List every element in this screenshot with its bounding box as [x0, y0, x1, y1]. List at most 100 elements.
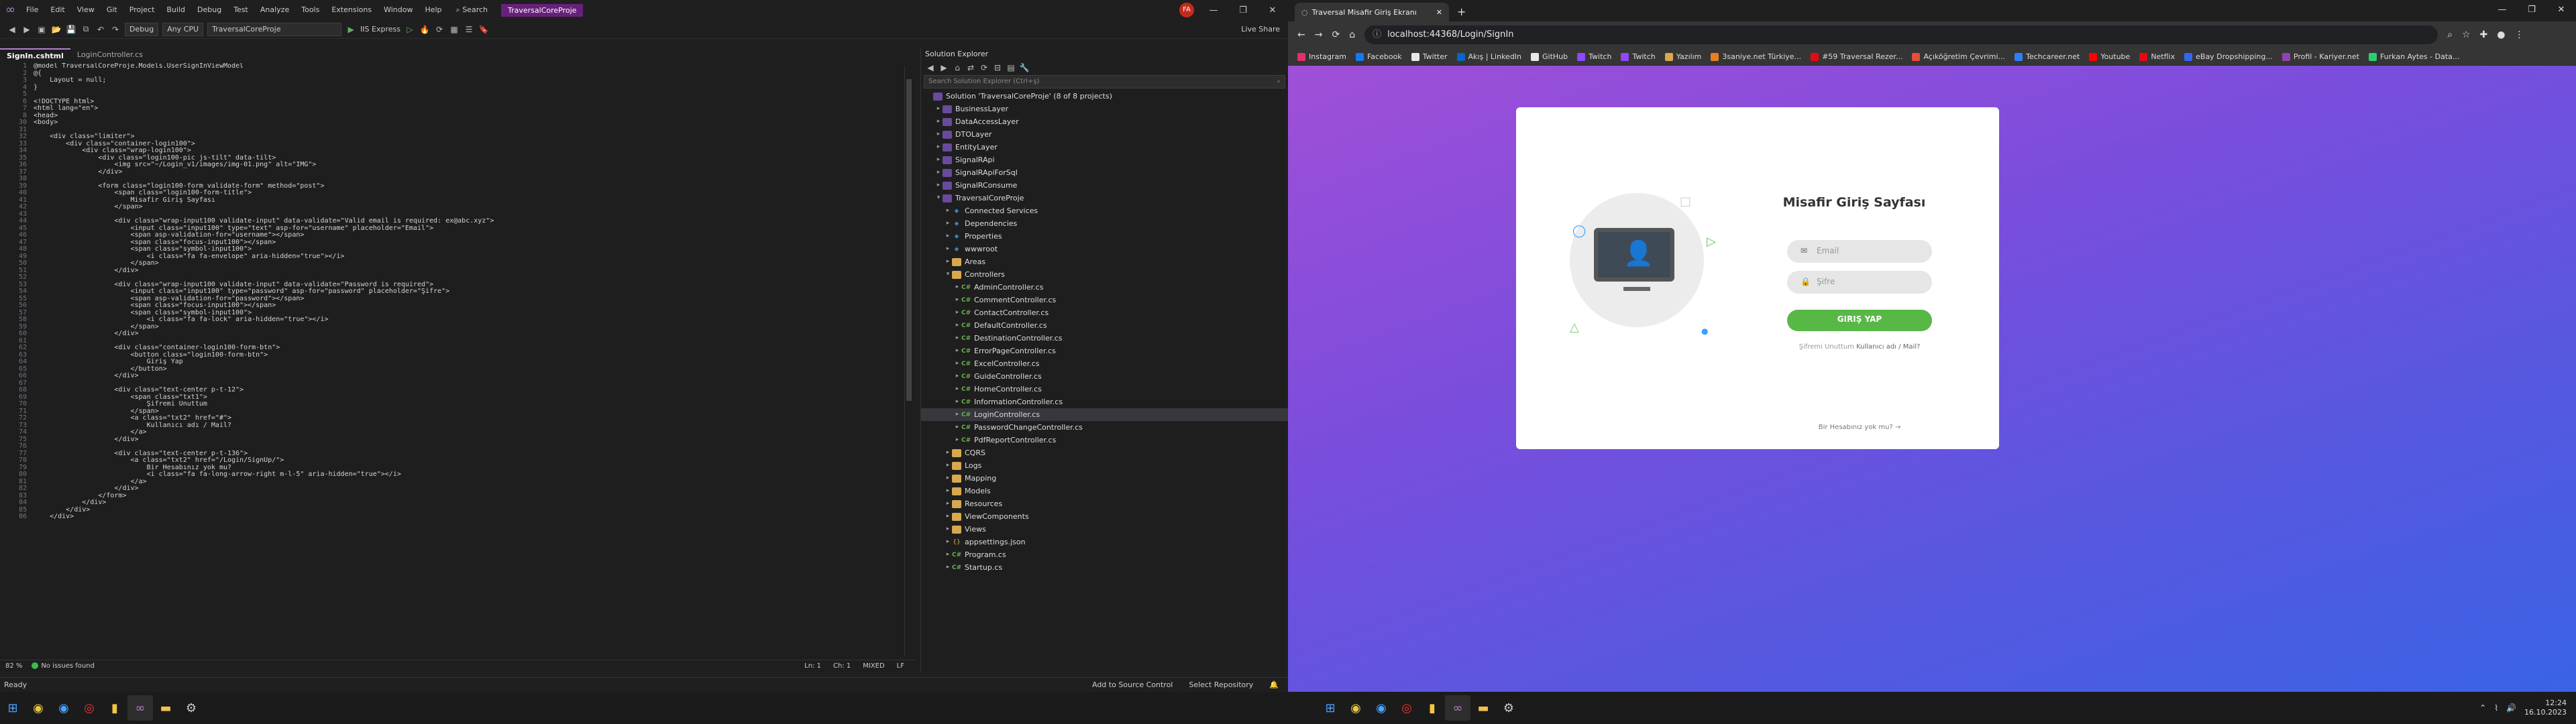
ssms-icon[interactable]: ⚙: [178, 695, 204, 721]
url-input[interactable]: ⓘ localhost:44368/Login/SignIn: [1364, 25, 2438, 44]
chevron-right-icon[interactable]: ▸: [953, 319, 961, 332]
tree-item[interactable]: ▸ C# InformationController.cs: [921, 396, 1288, 408]
chevron-right-icon[interactable]: ▸: [953, 357, 961, 370]
menu-tools[interactable]: Tools: [295, 0, 325, 20]
windows-start-icon[interactable]: ⊞: [1318, 695, 1343, 721]
windows-start-icon[interactable]: ⊞: [0, 695, 25, 721]
visual-studio-icon[interactable]: ∞: [1445, 695, 1470, 721]
close-tab-icon[interactable]: ✕: [1436, 8, 1442, 17]
bookmark-item[interactable]: Netflix: [2139, 52, 2175, 61]
minimize-icon[interactable]: —: [1203, 5, 1224, 15]
bookmark-item[interactable]: Furkan Aytes - Data...: [2368, 52, 2459, 61]
new-tab-icon[interactable]: +: [1449, 3, 1474, 21]
layout-icon[interactable]: ▦: [449, 25, 460, 34]
tree-item[interactable]: ▸ ◈ Dependencies: [921, 217, 1288, 230]
chevron-up-icon[interactable]: ⌃: [2479, 703, 2486, 713]
live-share-button[interactable]: Live Share: [1241, 25, 1280, 34]
tree-item[interactable]: ▸ EntityLayer: [921, 141, 1288, 154]
startup-project-select[interactable]: TraversalCoreProje: [207, 22, 342, 36]
visual-studio-icon[interactable]: ∞: [127, 695, 153, 721]
network-icon[interactable]: ⌇: [2494, 703, 2498, 713]
tree-item[interactable]: ▸ C# PasswordChangeController.cs: [921, 421, 1288, 434]
tree-item[interactable]: ▸ C# PdfReportController.cs: [921, 434, 1288, 446]
bookmark-item[interactable]: Twitch: [1577, 52, 1611, 61]
chevron-right-icon[interactable]: ▸: [953, 396, 961, 408]
tree-item[interactable]: ▸ ◈ Connected Services: [921, 204, 1288, 217]
new-project-icon[interactable]: ▣: [36, 25, 47, 34]
minimize-icon[interactable]: —: [2487, 0, 2517, 20]
add-to-source-control-button[interactable]: Add to Source Control: [1092, 680, 1173, 689]
bookmark-item[interactable]: eBay Dropshipping...: [2184, 52, 2273, 61]
tree-item[interactable]: ▸{} appsettings.json: [921, 536, 1288, 548]
chevron-right-icon[interactable]: ▸: [934, 115, 943, 128]
login-button[interactable]: GIRIŞ YAP: [1787, 310, 1932, 331]
tree-item[interactable]: ▸ Logs: [921, 459, 1288, 472]
bookmark-item[interactable]: #59 Traversal Rezer...: [1811, 52, 1902, 61]
home-icon[interactable]: ⌂: [952, 63, 963, 72]
bookmark-icon[interactable]: 🔖: [478, 25, 489, 34]
sticky-notes-icon[interactable]: ▮: [1419, 695, 1445, 721]
chevron-right-icon[interactable]: ▸: [934, 166, 943, 179]
tree-item[interactable]: ▸ C# HomeController.cs: [921, 383, 1288, 396]
forward-icon[interactable]: ▶: [21, 25, 32, 34]
file-explorer-icon[interactable]: ▬: [153, 695, 178, 721]
back-icon[interactable]: ←: [1297, 29, 1305, 40]
run-target-label[interactable]: IIS Express: [360, 25, 400, 34]
chevron-right-icon[interactable]: ▸: [953, 408, 961, 421]
save-all-icon[interactable]: ⧉: [80, 24, 91, 34]
menu-help[interactable]: Help: [419, 0, 447, 20]
chevron-down-icon[interactable]: ▾: [944, 268, 952, 281]
menu-edit[interactable]: Edit: [44, 0, 70, 20]
chevron-right-icon[interactable]: ▸: [953, 294, 961, 306]
tree-item[interactable]: ▸ SignalRConsume: [921, 179, 1288, 192]
opera-icon[interactable]: ◎: [76, 695, 102, 721]
tree-item[interactable]: Solution 'TraversalCoreProje' (8 of 8 pr…: [921, 90, 1288, 103]
comment-icon[interactable]: ☰: [464, 25, 474, 34]
select-repository-button[interactable]: Select Repository: [1189, 680, 1253, 689]
tree-item[interactable]: ▸ Mapping: [921, 472, 1288, 485]
platform-select[interactable]: Any CPU: [162, 22, 204, 36]
chrome-icon[interactable]: ◉: [25, 695, 51, 721]
tree-item[interactable]: ▸ Models: [921, 485, 1288, 497]
tree-item[interactable]: ▸ C# ContactController.cs: [921, 306, 1288, 319]
hot-reload-icon[interactable]: 🔥: [419, 25, 430, 34]
chrome-icon[interactable]: ◉: [1343, 695, 1368, 721]
chevron-right-icon[interactable]: ▸: [944, 243, 952, 255]
chevron-right-icon[interactable]: ▸: [934, 154, 943, 166]
menu-file[interactable]: File: [20, 0, 44, 20]
bookmark-item[interactable]: Twitter: [1411, 52, 1448, 61]
close-icon[interactable]: ✕: [2546, 0, 2576, 20]
tab-signin-cshtml[interactable]: SignIn.cshtml: [0, 48, 70, 62]
tree-item[interactable]: ▾ Controllers: [921, 268, 1288, 281]
switch-views-icon[interactable]: ⇄: [965, 63, 976, 72]
show-all-files-icon[interactable]: ▤: [1006, 63, 1016, 72]
menu-git[interactable]: Git: [101, 0, 123, 20]
solution-search-input[interactable]: Search Solution Explorer (Ctrl+ş) ⌕: [924, 75, 1285, 88]
bookmark-item[interactable]: Profil - Kariyer.net: [2282, 52, 2359, 61]
tree-item[interactable]: ▸ ViewComponents: [921, 510, 1288, 523]
menu-build[interactable]: Build: [160, 0, 191, 20]
tree-item[interactable]: ▸ Views: [921, 523, 1288, 536]
bookmark-item[interactable]: Youtube: [2089, 52, 2130, 61]
menu-analyze[interactable]: Analyze: [254, 0, 295, 20]
chrome-profile-icon[interactable]: ◉: [51, 695, 76, 721]
chrome-profile-icon[interactable]: ◉: [1368, 695, 1394, 721]
bookmark-item[interactable]: GitHub: [1531, 52, 1568, 61]
tree-item[interactable]: ▸ BusinessLayer: [921, 103, 1288, 115]
forgot-link[interactable]: Kullanıcı adı / Mail?: [1856, 343, 1920, 351]
menu-debug[interactable]: Debug: [191, 0, 227, 20]
zoom-icon[interactable]: ⌕: [2447, 29, 2453, 40]
home-icon[interactable]: ⌂: [1349, 29, 1355, 40]
sync-icon[interactable]: ⟳: [979, 63, 989, 72]
chevron-right-icon[interactable]: ▸: [953, 345, 961, 357]
menu-window[interactable]: Window: [378, 0, 419, 20]
tree-item[interactable]: ▸ C# LoginController.cs: [921, 408, 1288, 421]
line-ending[interactable]: LF: [897, 662, 904, 670]
extensions-icon[interactable]: ✚: [2480, 29, 2488, 40]
chevron-right-icon[interactable]: ▸: [944, 497, 952, 510]
tree-item[interactable]: ▸ ◈ wwwroot: [921, 243, 1288, 255]
sticky-notes-icon[interactable]: ▮: [102, 695, 127, 721]
chevron-right-icon[interactable]: ▸: [944, 472, 952, 485]
save-icon[interactable]: 💾: [66, 25, 76, 34]
reload-icon[interactable]: ⟳: [1332, 29, 1340, 40]
